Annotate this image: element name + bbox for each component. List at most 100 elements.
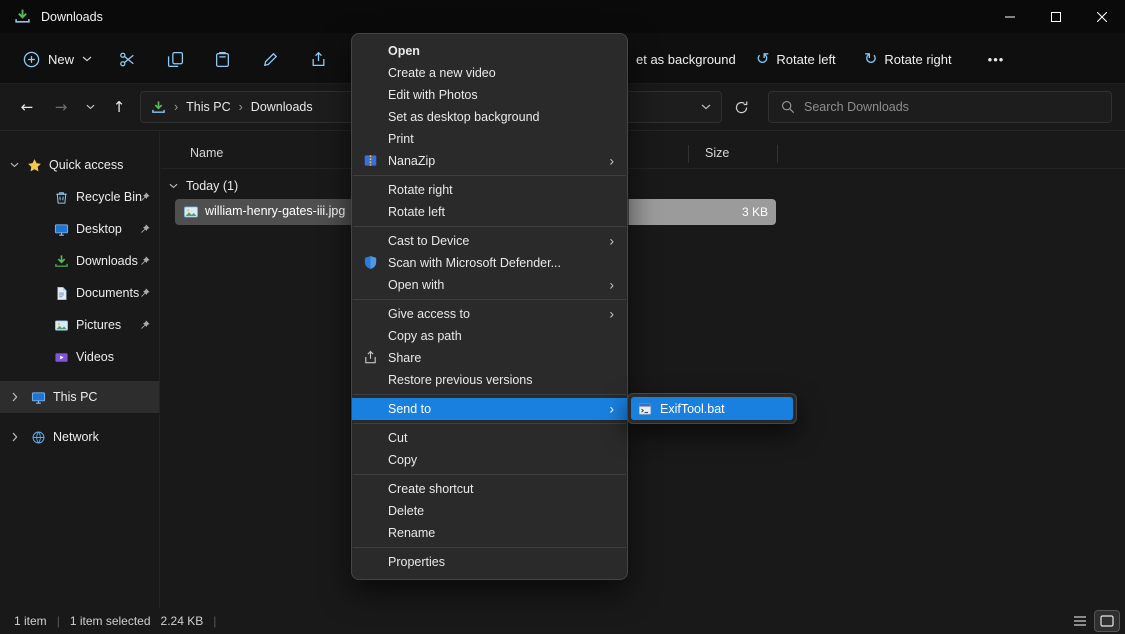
rotate-left-button[interactable]: ↺ Rotate left (748, 44, 844, 74)
menu-item-label: Delete (388, 504, 424, 518)
details-view-button[interactable] (1068, 611, 1092, 631)
document-icon (54, 286, 69, 301)
column-divider[interactable] (688, 145, 689, 163)
submenu-item-exiftool[interactable]: ExifTool.bat (631, 397, 793, 420)
downloads-icon (54, 254, 69, 269)
submenu-arrow-icon: › (609, 400, 614, 416)
rename-button[interactable] (256, 45, 284, 73)
rotate-left-icon: ↺ (756, 51, 769, 67)
sidebar-item-pictures[interactable]: Pictures (0, 309, 159, 341)
menu-item-open-with[interactable]: Open with › (352, 274, 627, 296)
menu-item-properties[interactable]: Properties (352, 551, 627, 573)
breadcrumb-this-pc[interactable]: This PC (186, 100, 230, 114)
minimize-button[interactable] (987, 0, 1033, 33)
column-header-size[interactable]: Size (705, 146, 729, 160)
batch-file-icon (638, 402, 652, 416)
menu-item-copy[interactable]: Copy (352, 449, 627, 471)
menu-item-label: Scan with Microsoft Defender... (388, 256, 561, 270)
menu-separator (353, 299, 626, 300)
menu-item-copy-as-path[interactable]: Copy as path (352, 325, 627, 347)
search-input[interactable]: Search Downloads (768, 91, 1112, 123)
forward-button[interactable]: → (46, 92, 76, 122)
sidebar-item-videos[interactable]: Videos (0, 341, 159, 373)
up-icon: ↑ (113, 100, 126, 115)
sidebar-item-label: Quick access (49, 158, 123, 172)
menu-item-rotate-left[interactable]: Rotate left (352, 201, 627, 223)
sidebar-item-desktop[interactable]: Desktop (0, 213, 159, 245)
copy-button[interactable] (161, 45, 189, 73)
status-divider: | (57, 614, 60, 628)
address-dropdown-icon[interactable] (701, 104, 711, 110)
sidebar-item-this-pc[interactable]: This PC (0, 381, 159, 413)
menu-item-cut[interactable]: Cut (352, 427, 627, 449)
sidebar-item-quick-access[interactable]: Quick access (0, 149, 159, 181)
column-header-name[interactable]: Name (190, 146, 223, 160)
sidebar-item-network[interactable]: Network (0, 421, 159, 453)
downloads-folder-icon (151, 100, 166, 115)
cut-button[interactable] (113, 45, 141, 73)
menu-item-label: Create a new video (388, 66, 496, 80)
share-button[interactable] (304, 45, 332, 73)
new-button-label: New (48, 52, 74, 67)
rotate-right-button[interactable]: ↻ Rotate right (856, 44, 960, 74)
menu-item-give-access-to[interactable]: Give access to › (352, 303, 627, 325)
menu-item-delete[interactable]: Delete (352, 500, 627, 522)
window-controls (987, 0, 1125, 33)
menu-item-create-shortcut[interactable]: Create shortcut (352, 478, 627, 500)
submenu-arrow-icon: › (609, 232, 614, 248)
maximize-button[interactable] (1033, 0, 1079, 33)
menu-item-scan-with-defender[interactable]: Scan with Microsoft Defender... (352, 252, 627, 274)
menu-item-rotate-right[interactable]: Rotate right (352, 179, 627, 201)
sidebar-item-label: Videos (76, 350, 114, 364)
recent-locations-button[interactable] (78, 92, 102, 122)
menu-item-open[interactable]: Open (352, 40, 627, 62)
submenu-item-label: ExifTool.bat (660, 402, 725, 416)
menu-item-label: Rotate right (388, 183, 453, 197)
back-button[interactable]: ← (12, 92, 42, 122)
chevron-down-icon (82, 56, 92, 62)
nanazip-icon (363, 153, 378, 168)
close-button[interactable] (1079, 0, 1125, 33)
set-as-background-button[interactable]: et as background (628, 44, 744, 74)
globe-icon (31, 430, 46, 445)
menu-item-print[interactable]: Print (352, 128, 627, 150)
menu-item-cast-to-device[interactable]: Cast to Device › (352, 230, 627, 252)
chevron-down-icon (86, 104, 95, 110)
more-options-button[interactable]: ••• (982, 45, 1010, 73)
menu-item-label: Create shortcut (388, 482, 473, 496)
sidebar-item-documents[interactable]: Documents (0, 277, 159, 309)
refresh-button[interactable] (726, 92, 756, 122)
menu-item-label: Open with (388, 278, 444, 292)
menu-item-share[interactable]: Share (352, 347, 627, 369)
send-to-submenu: ExifTool.bat (627, 393, 797, 424)
menu-item-nanazip[interactable]: NanaZip › (352, 150, 627, 172)
selection-info: 1 item selected (70, 614, 151, 628)
sidebar-item-label: Documents (76, 286, 139, 300)
menu-item-label: Set as desktop background (388, 110, 540, 124)
menu-item-edit-with-photos[interactable]: Edit with Photos (352, 84, 627, 106)
sidebar-item-label: Desktop (76, 222, 122, 236)
image-file-icon (183, 204, 199, 220)
sidebar-item-recycle-bin[interactable]: Recycle Bin (0, 181, 159, 213)
file-row[interactable]: 3 KB william-henry-gates-iii.jpg (161, 199, 1125, 225)
window-title: Downloads (41, 10, 103, 24)
menu-item-set-as-desktop-background[interactable]: Set as desktop background (352, 106, 627, 128)
menu-item-label: Restore previous versions (388, 373, 533, 387)
menu-item-label: Properties (388, 555, 445, 569)
sidebar-item-downloads[interactable]: Downloads (0, 245, 159, 277)
breadcrumb-downloads[interactable]: Downloads (251, 100, 313, 114)
rotate-right-label: Rotate right (884, 52, 951, 67)
breadcrumb-separator: › (174, 100, 178, 114)
large-icons-view-button[interactable] (1095, 611, 1119, 631)
menu-item-rename[interactable]: Rename (352, 522, 627, 544)
paste-button[interactable] (208, 45, 236, 73)
menu-item-send-to[interactable]: Send to › (352, 398, 627, 420)
video-icon (54, 350, 69, 365)
menu-item-restore-previous-versions[interactable]: Restore previous versions (352, 369, 627, 391)
new-button[interactable]: New (13, 44, 102, 74)
up-button[interactable]: ↑ (104, 92, 134, 122)
pin-icon (139, 287, 151, 299)
column-divider[interactable] (777, 145, 778, 163)
menu-item-create-a-new-video[interactable]: Create a new video (352, 62, 627, 84)
group-header-today[interactable]: Today (1) (169, 175, 238, 197)
